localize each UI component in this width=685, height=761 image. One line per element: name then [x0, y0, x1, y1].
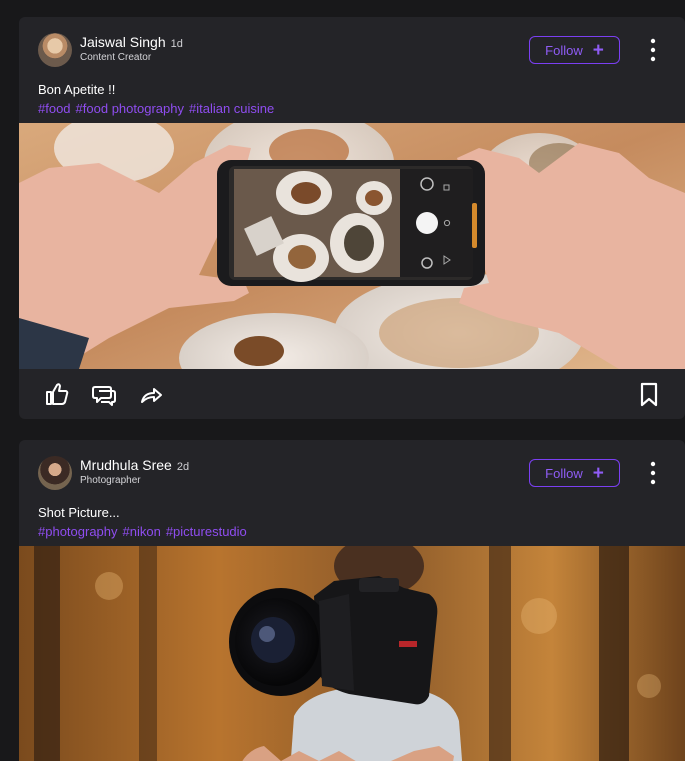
- camera-photography-photo[interactable]: [19, 546, 685, 761]
- food-photography-photo[interactable]: [19, 123, 685, 369]
- follow-label: Follow: [545, 465, 583, 481]
- post-time: 2d: [176, 461, 190, 473]
- author-line: Jaiswal Singh 1d: [80, 34, 183, 50]
- follow-label: Follow: [545, 42, 583, 58]
- hashtag[interactable]: #food: [38, 101, 71, 116]
- post-caption: Shot Picture...: [38, 505, 120, 520]
- author-line: Mrudhula Sree 2d: [80, 457, 189, 473]
- author-role: Photographer: [80, 475, 141, 486]
- author-avatar[interactable]: [38, 33, 72, 67]
- author-avatar[interactable]: [38, 456, 72, 490]
- bookmark-icon[interactable]: [636, 381, 662, 407]
- camera-photography-illustration: [19, 546, 685, 761]
- post-card: Jaiswal Singh 1d Content Creator Follow …: [19, 17, 685, 419]
- hashtag[interactable]: #food photography: [76, 101, 184, 116]
- food-photography-illustration: [19, 123, 685, 369]
- author-name[interactable]: Jaiswal Singh: [80, 34, 166, 50]
- plus-icon: +: [592, 39, 604, 61]
- hashtag[interactable]: #italian cuisine: [189, 101, 274, 116]
- post-header: Jaiswal Singh 1d Content Creator Follow …: [19, 17, 685, 83]
- hashtag[interactable]: #photography: [38, 524, 118, 539]
- plus-icon: +: [592, 462, 604, 484]
- follow-button[interactable]: Follow +: [529, 36, 620, 64]
- more-options-icon[interactable]: [645, 460, 661, 486]
- hashtag[interactable]: #picturestudio: [166, 524, 247, 539]
- hashtag-list: #photography #nikon #picturestudio: [38, 524, 252, 539]
- post-card: Mrudhula Sree 2d Photographer Follow + S…: [19, 440, 685, 761]
- author-name[interactable]: Mrudhula Sree: [80, 457, 172, 473]
- post-caption: Bon Apetite !!: [38, 82, 116, 97]
- post-actions: [19, 369, 685, 419]
- follow-button[interactable]: Follow +: [529, 459, 620, 487]
- post-header: Mrudhula Sree 2d Photographer Follow +: [19, 440, 685, 506]
- feed: Jaiswal Singh 1d Content Creator Follow …: [0, 0, 685, 761]
- post-time: 1d: [170, 38, 183, 50]
- thumbs-up-icon[interactable]: [44, 381, 70, 407]
- hashtag-list: #food #food photography #italian cuisine: [38, 101, 279, 116]
- comment-icon[interactable]: [91, 381, 117, 407]
- author-role: Content Creator: [80, 52, 152, 63]
- share-icon[interactable]: [138, 381, 164, 407]
- hashtag[interactable]: #nikon: [123, 524, 161, 539]
- more-options-icon[interactable]: [645, 37, 661, 63]
